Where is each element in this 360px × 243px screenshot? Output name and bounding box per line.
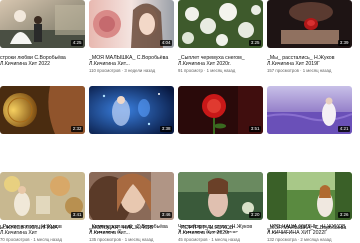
video-meta: 91 просмотр · 1 месяц назад — [178, 68, 236, 73]
video-thumbnail[interactable]: 4:21 — [267, 86, 352, 134]
video-duration: 4:21 — [338, 126, 350, 132]
video-card-9[interactable]: 3:41 Н.ЖУКОВ Л.КИЧИГИНА — [0, 172, 85, 240]
video-title[interactable]: _Мы_ расстались_ Н.Жуков Л.Кичигина Хит … — [267, 55, 352, 68]
video-thumbnail[interactable]: 2:32 — [0, 86, 85, 134]
video-duration: 3:41 — [71, 212, 83, 218]
video-title[interactable]: _МОЯ МАЛЫШКА_ С.Воробьёва Л.Кичигина Хит… — [89, 55, 174, 68]
video-meta: 157 просмотров · 1 месяц назад — [267, 68, 332, 73]
video-card-5[interactable]: 2:32 _Рыжее золото_ Н.Жуков Л.Кичигина Х… — [0, 86, 85, 242]
video-duration: 4:04 — [160, 40, 172, 46]
video-card-1[interactable]: 4:25 строки любви С.Воробьёва Л.Кичигина… — [0, 0, 85, 75]
video-duration: 3:25 — [249, 40, 261, 46]
video-thumbnail[interactable]: 3:25 — [178, 0, 263, 48]
video-thumbnail[interactable]: 3:26 — [267, 172, 352, 220]
video-title[interactable]: _Сыплет черемуха снегом_ Л.Кичигина Хит … — [178, 55, 263, 68]
video-card-11[interactable]: 3:20 _ПОРТРЕТ_ Н.ЖУКОВ Л.КИЧИГИНА ХИТ 20… — [178, 172, 263, 240]
video-card-7[interactable]: 3:51 Чистый между строк_ Н.Жуков Л.Кичиг… — [178, 86, 263, 242]
video-thumbnail[interactable]: 3:51 — [178, 86, 263, 134]
video-thumbnail[interactable]: 4:04 — [89, 0, 174, 48]
video-duration: 3:20 — [249, 212, 261, 218]
video-duration: 2:32 — [71, 126, 83, 132]
video-duration: 3:26 — [338, 212, 350, 218]
video-duration: 3:51 — [249, 126, 261, 132]
video-title[interactable]: _МОЯ МАЛЫШКА_ С.Воробьёва Л.Кичигина — [267, 225, 352, 233]
video-card-3[interactable]: 3:25 _Сыплет черемуха снегом_ Л.Кичигина… — [178, 0, 263, 75]
video-card-2[interactable]: 4:04 _МОЯ МАЛЫШКА_ С.Воробьёва Л.Кичигин… — [89, 0, 174, 75]
video-thumbnail[interactable]: 3:46 — [89, 172, 174, 220]
video-card-4[interactable]: 3:39 _Мы_ расстались_ Н.Жуков Л.Кичигина… — [267, 0, 352, 75]
video-duration: 4:25 — [71, 40, 83, 46]
video-thumbnail[interactable]: 3:41 — [0, 172, 85, 220]
video-meta: 110 просмотров · 3 недели назад — [89, 68, 156, 73]
video-title[interactable]: строки любви С.Воробьёва Л.Кичигина Хит … — [0, 55, 85, 68]
video-card-10[interactable]: 3:46 _МОЛОДАЯ_ НИК.ЖУКОВ Л.КИЧИГИНА — [89, 172, 174, 240]
video-duration: 3:46 — [160, 212, 172, 218]
video-card-8[interactable]: 4:21 _ЧТО НАША ЖИЗНЬ_ Н.ЖУКОВ Л.КИЧИГИНА… — [267, 86, 352, 242]
video-card-12[interactable]: 3:26 _МОЯ МАЛЫШКА_ С.Воробьёва Л.Кичигин… — [267, 172, 352, 240]
video-card-6[interactable]: 3:38 _Камень желаний_ С.Воробьёва Л.Кичи… — [89, 86, 174, 242]
video-title[interactable]: _МОЛОДАЯ_ НИК.ЖУКОВ Л.КИЧИГИНА — [89, 225, 174, 233]
video-title[interactable]: Н.ЖУКОВ Л.КИЧИГИНА — [0, 225, 85, 231]
video-duration: 3:38 — [160, 126, 172, 132]
video-thumbnail[interactable]: 3:39 — [267, 0, 352, 48]
video-thumbnail[interactable]: 3:20 — [178, 172, 263, 220]
video-duration: 3:39 — [338, 40, 350, 46]
video-title[interactable]: _ПОРТРЕТ_ Н.ЖУКОВ Л.КИЧИГИНА ХИТ 2018Г. — [178, 225, 263, 233]
video-thumbnail[interactable]: 4:25 — [0, 0, 85, 48]
video-thumbnail[interactable]: 3:38 — [89, 86, 174, 134]
